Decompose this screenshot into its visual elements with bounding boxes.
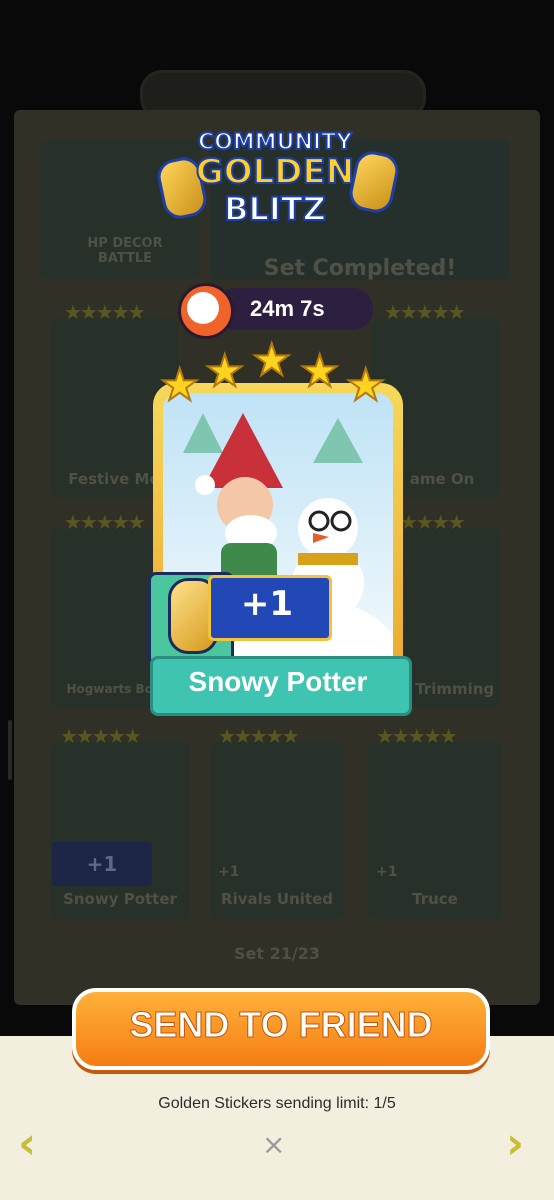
timer-text: 24m 7s: [250, 296, 325, 321]
chevron-right-icon[interactable]: ›: [506, 1118, 524, 1169]
scroll-indicator: [8, 720, 12, 780]
event-logo: COMMUNITY GOLDEN BLITZ: [150, 129, 402, 230]
event-title-line3: BLITZ: [223, 189, 327, 229]
event-title-line2: GOLDEN: [195, 151, 355, 193]
stopwatch-face: [187, 292, 219, 324]
rating-star-icon: ★: [299, 345, 340, 398]
rating-star-icon: ★: [159, 359, 200, 412]
card-name: Snowy Potter: [188, 666, 368, 697]
rating-star-icon: ★: [251, 334, 292, 387]
rating-star-icon: ★: [345, 359, 386, 412]
rating-star-icon: ★: [204, 345, 245, 398]
sending-limit-text: Golden Stickers sending limit: 1/5: [158, 1095, 396, 1112]
close-icon[interactable]: ×: [262, 1128, 285, 1161]
chevron-left-icon[interactable]: ‹: [18, 1118, 36, 1169]
bonus-text: +1: [240, 584, 294, 624]
send-to-friend-label: SEND TO FRIEND: [129, 1004, 433, 1046]
